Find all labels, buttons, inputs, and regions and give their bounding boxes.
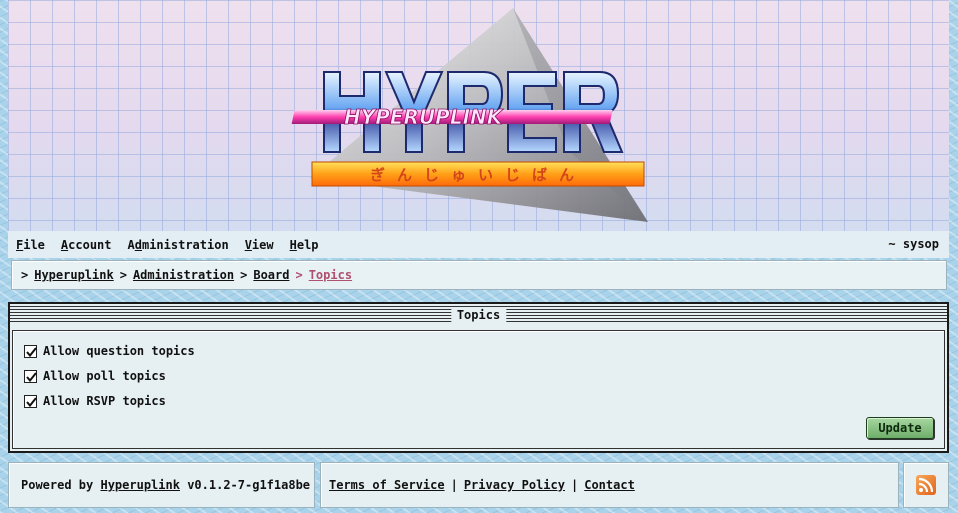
hyperuplink-logo[interactable]: HYPERUPLINK ぎんじゅいじばん <box>8 0 949 231</box>
checkmark-icon <box>26 346 37 357</box>
breadcrumb-topics[interactable]: Topics <box>309 268 352 282</box>
rsvp-topics-checkbox[interactable] <box>24 394 37 408</box>
breadcrumb: > Hyperuplink > Administration > Board >… <box>11 260 947 290</box>
option-question-topics: Allow question topics <box>24 343 195 359</box>
site-banner: HYPERUPLINK ぎんじゅいじばん <box>8 0 949 231</box>
option-label: Allow poll topics <box>43 369 166 383</box>
rss-feed-icon[interactable] <box>916 475 936 495</box>
breadcrumb-board[interactable]: Board <box>253 268 289 282</box>
rss-glyph <box>918 477 934 493</box>
option-label: Allow question topics <box>43 344 195 358</box>
footer-rss <box>903 462 949 508</box>
footer-separator: | <box>450 478 458 492</box>
menu-administration[interactable]: Administration <box>128 238 229 252</box>
current-user[interactable]: ~ sysop <box>888 237 939 251</box>
svg-text:HYPERUPLINK: HYPERUPLINK <box>344 105 504 129</box>
footer-powered-by: Powered by Hyperuplink v0.1.2-7-g1f1a8be <box>8 462 315 508</box>
menu-view[interactable]: View <box>245 238 274 252</box>
terms-of-service-link[interactable]: Terms of Service <box>329 478 445 492</box>
option-label: Allow RSVP topics <box>43 394 166 408</box>
menubar: File Account Administration View Help ~ … <box>8 231 949 258</box>
powered-by-prefix: Powered by <box>21 478 94 492</box>
menu-administration-prefix: A <box>127 237 135 252</box>
menu-help[interactable]: Help <box>290 238 319 252</box>
checkmark-icon <box>26 396 37 407</box>
checkmark-icon <box>26 371 37 382</box>
menu-file[interactable]: File <box>16 238 45 252</box>
menu-administration-accel: d <box>134 237 142 252</box>
breadcrumb-separator: > <box>119 268 127 282</box>
footer-links: Terms of Service | Privacy Policy | Cont… <box>320 462 899 508</box>
option-rsvp-topics: Allow RSVP topics <box>24 393 166 409</box>
privacy-policy-link[interactable]: Privacy Policy <box>464 478 565 492</box>
breadcrumb-hyperuplink[interactable]: Hyperuplink <box>34 268 113 282</box>
contact-link[interactable]: Contact <box>584 478 635 492</box>
question-topics-checkbox[interactable] <box>24 344 37 358</box>
breadcrumb-separator: > <box>295 268 303 282</box>
version-text: v0.1.2-7-g1f1a8be <box>187 478 311 492</box>
footer-separator: | <box>570 478 579 492</box>
breadcrumb-administration[interactable]: Administration <box>133 268 234 282</box>
poll-topics-checkbox[interactable] <box>24 369 37 383</box>
option-poll-topics: Allow poll topics <box>24 368 166 384</box>
update-button[interactable]: Update <box>866 417 934 439</box>
menu-account[interactable]: Account <box>61 238 112 252</box>
panel-body: Allow question topics Allow poll topics … <box>12 330 945 449</box>
powered-by-link[interactable]: Hyperuplink <box>100 478 179 492</box>
panel-titlebar: Topics <box>10 304 947 326</box>
svg-text:ぎんじゅいじばん: ぎんじゅいじばん <box>370 166 586 184</box>
panel-title: Topics <box>450 307 507 323</box>
topics-panel: Topics Allow question topics Allow poll … <box>8 302 949 453</box>
breadcrumb-separator: > <box>21 268 29 282</box>
breadcrumb-separator: > <box>240 268 248 282</box>
